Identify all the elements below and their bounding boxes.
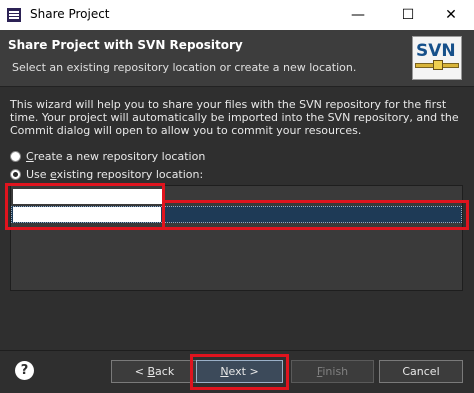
create-new-label: Create a new repository location: [26, 150, 205, 163]
create-new-rest: reate a new repository location: [33, 149, 206, 163]
window-title: Share Project: [30, 7, 110, 21]
use-existing-label: Use existing repository location:: [26, 168, 203, 181]
title-bar: Share Project — ☐ ✕: [0, 0, 474, 30]
back-button[interactable]: < Back: [111, 360, 198, 383]
list-item-selected[interactable]: [11, 206, 462, 223]
wizard-header: Share Project with SVN Repository Select…: [0, 30, 474, 87]
next-mnemonic: N: [220, 365, 229, 378]
close-button[interactable]: ✕: [428, 0, 474, 30]
svn-logo-icon: SVN: [412, 36, 462, 80]
finish-button[interactable]: Finish: [291, 360, 374, 383]
svn-logo-text: SVN: [416, 41, 456, 61]
create-new-radio[interactable]: [10, 150, 21, 162]
create-new-location-option[interactable]: Create a new repository location: [10, 148, 205, 164]
back-mnemonic: B: [147, 365, 156, 378]
minimize-button[interactable]: —: [335, 0, 381, 30]
redacted-repository-url: [13, 207, 161, 222]
next-rest: ext >: [228, 365, 259, 378]
svn-logo-node: [433, 60, 443, 70]
use-existing-location-option[interactable]: Use existing repository location:: [10, 166, 203, 182]
cancel-button[interactable]: Cancel: [379, 360, 463, 383]
footer-divider: [0, 350, 474, 351]
help-icon[interactable]: ?: [15, 361, 34, 380]
maximize-button[interactable]: ☐: [385, 0, 431, 30]
wizard-subtitle: Select an existing repository location o…: [12, 61, 357, 74]
create-new-mnemonic: C: [26, 149, 34, 163]
finish-rest: inish: [322, 365, 349, 378]
back-rest: ack: [155, 365, 175, 378]
wizard-title: Share Project with SVN Repository: [8, 38, 243, 52]
next-button[interactable]: Next >: [196, 360, 283, 383]
use-existing-radio[interactable]: [10, 168, 21, 180]
list-item[interactable]: [11, 188, 462, 205]
repository-location-list[interactable]: [10, 185, 463, 291]
use-existing-rest: xisting repository location:: [56, 167, 204, 181]
redacted-repository-url: [13, 189, 163, 204]
back-prefix: <: [134, 365, 148, 378]
eclipse-app-icon: [7, 8, 21, 22]
use-existing-mnemonic: e: [50, 167, 57, 181]
use-existing-prefix: Use: [26, 167, 51, 181]
wizard-description: This wizard will help you to share your …: [10, 98, 459, 137]
